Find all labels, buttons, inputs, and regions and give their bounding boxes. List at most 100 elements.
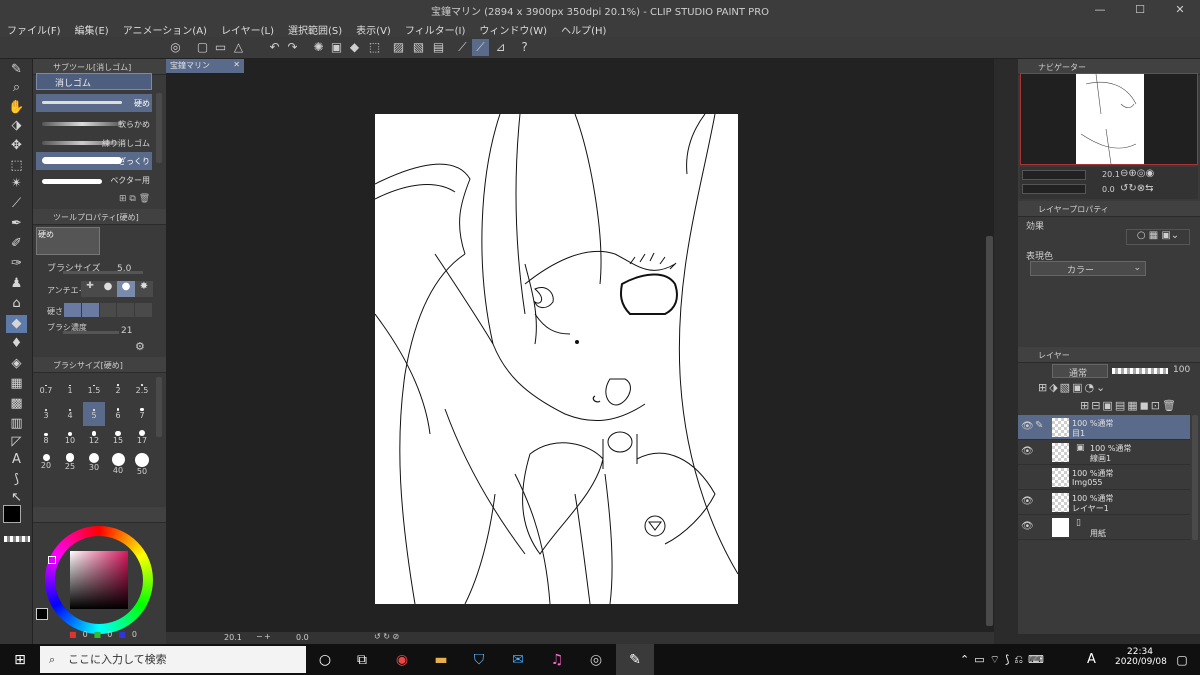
eye-icon[interactable]: 👁 xyxy=(1021,496,1034,507)
status-angle[interactable]: 0.0 xyxy=(296,633,309,642)
brush-size-slider[interactable] xyxy=(63,271,143,274)
subtool-actions-icon[interactable]: ⊞ ⧉ 🗑 xyxy=(119,194,150,204)
brush-size-option[interactable]: 2.5 xyxy=(131,377,153,401)
snap-icon[interactable]: ▧ xyxy=(410,39,427,56)
file-explorer-icon[interactable]: ▬ xyxy=(431,650,451,670)
snap-grid-icon[interactable]: ⊿ xyxy=(492,39,509,56)
brush-size-option[interactable]: 15 xyxy=(107,427,129,451)
layer-row[interactable]: 👁 100 %通常 レイヤー1 xyxy=(1018,490,1190,515)
color-square[interactable] xyxy=(70,551,128,609)
brush-size-option[interactable]: 40 xyxy=(107,452,129,476)
subtool-scrollbar[interactable] xyxy=(156,93,162,163)
subtool-item-hard[interactable]: 硬め xyxy=(36,94,152,112)
notification-icon[interactable]: ▢ xyxy=(1172,650,1192,670)
brush-size-option[interactable]: 17 xyxy=(131,427,153,451)
brush-icon[interactable]: ✑ xyxy=(6,255,27,273)
expression-color-select[interactable]: カラー ⌄ xyxy=(1030,261,1146,276)
density-slider[interactable] xyxy=(63,331,119,334)
system-tray-icons[interactable]: ⌃▭⌔⟆⎌⌨ xyxy=(960,653,1049,667)
brush-size-option[interactable]: 4 xyxy=(59,402,81,426)
color-main-swatch[interactable] xyxy=(36,608,48,620)
subtool-group-eraser[interactable]: 消しゴム xyxy=(36,73,152,90)
layer-row[interactable]: 👁 ▣ 100 %通常 線画1 xyxy=(1018,440,1190,465)
clock[interactable]: 22:34 2020/09/08 xyxy=(1115,647,1167,667)
text-tool-icon[interactable]: A xyxy=(6,451,27,469)
brush-size-option[interactable]: 50 xyxy=(131,452,153,476)
eyedropper-icon[interactable]: ⟋ xyxy=(6,195,27,213)
brush-size-option[interactable]: 30 xyxy=(83,452,105,476)
help-icon[interactable]: ? xyxy=(516,39,533,56)
magic-wand-icon[interactable]: ✴ xyxy=(6,175,27,193)
subtool-item-vector[interactable]: ベクター用 xyxy=(36,171,152,189)
task-view-icon[interactable]: ⧉ xyxy=(352,650,372,670)
zoom-buttons-icon[interactable]: ⊖⊕◎◉ xyxy=(1120,168,1154,179)
layer-toolbar-icons[interactable]: ⊞⬗▧▣◔⌄ xyxy=(1038,381,1107,394)
layer-row[interactable]: 👁 ✎ 100 %通常 目1 xyxy=(1018,415,1190,440)
rotation-buttons-icon[interactable]: ↺↻⊗⇆ xyxy=(1120,183,1154,194)
layer-row[interactable]: 100 %通常 Img055 xyxy=(1018,465,1190,490)
fill-tool-icon[interactable]: ◈ xyxy=(6,355,27,373)
rotate-icons[interactable]: ↺ ↻ ⊘ xyxy=(374,632,399,641)
menu-file[interactable]: ファイル(F) xyxy=(0,20,68,37)
windows-start-icon[interactable]: ⊞ xyxy=(10,650,30,670)
canvas-vertical-scrollbar[interactable] xyxy=(986,236,993,626)
clip-studio-icon[interactable]: ◎ xyxy=(167,39,184,56)
redo-icon[interactable]: ↷ xyxy=(284,39,301,56)
brush-size-option[interactable]: 5 xyxy=(83,402,105,426)
hand-tool-icon[interactable]: ✋ xyxy=(6,99,27,117)
pencil-icon[interactable]: ✐ xyxy=(6,235,27,253)
menu-window[interactable]: ウィンドウ(W) xyxy=(472,20,554,37)
blend-mode-select[interactable]: 通常 xyxy=(1052,364,1108,379)
balloon-tool-icon[interactable]: ⟆ xyxy=(6,471,27,489)
clear-icon[interactable]: ▣ xyxy=(328,39,345,56)
subtool-item-kneaded[interactable]: 練り消しゴム xyxy=(36,134,152,152)
hardness-selector[interactable] xyxy=(64,303,152,317)
menu-filter[interactable]: フィルター(I) xyxy=(398,20,473,37)
clip-studio-taskbar-icon[interactable]: ◎ xyxy=(586,650,606,670)
pen-icon[interactable]: ✒ xyxy=(6,215,27,233)
close-button[interactable]: ✕ xyxy=(1160,0,1200,20)
loading-icon[interactable]: ✺ xyxy=(310,39,327,56)
brush-size-option[interactable]: 1 xyxy=(59,377,81,401)
brushsize-scrollbar[interactable] xyxy=(156,377,162,437)
undo-icon[interactable]: ↶ xyxy=(266,39,283,56)
layer-scrollbar[interactable] xyxy=(1192,415,1198,540)
antialias-selector[interactable]: ✚ ● ● ✸ xyxy=(81,281,153,297)
brush-size-option[interactable]: 7 xyxy=(131,402,153,426)
menu-edit[interactable]: 編集(E) xyxy=(68,20,116,37)
ime-indicator[interactable]: A xyxy=(1087,652,1096,667)
opacity-value[interactable]: 100 xyxy=(1173,365,1190,375)
hue-marker[interactable] xyxy=(48,556,56,564)
canvas-tab[interactable]: 宝鐘マリン ✕ xyxy=(166,59,244,73)
subtool-item-rough[interactable]: ざっくり xyxy=(36,152,152,170)
menu-help[interactable]: ヘルプ(H) xyxy=(554,20,613,37)
new-file-icon[interactable]: ▢ xyxy=(194,39,211,56)
move-tool-icon[interactable]: ✥ xyxy=(6,137,27,155)
menu-view[interactable]: 表示(V) xyxy=(349,20,398,37)
density-value[interactable]: 21 xyxy=(121,326,132,336)
selection-tool-icon[interactable]: ⬚ xyxy=(6,157,27,175)
brush-size-option[interactable]: 2 xyxy=(107,377,129,401)
brush-size-option[interactable]: 0.7 xyxy=(35,377,57,401)
mail-icon[interactable]: ✉ xyxy=(508,650,528,670)
brush-size-option[interactable]: 10 xyxy=(59,427,81,451)
zoom-in-icon[interactable]: + xyxy=(264,632,271,641)
brush-size-option[interactable]: 12 xyxy=(83,427,105,451)
maximize-button[interactable]: ☐ xyxy=(1120,0,1160,20)
ruler-tool-icon[interactable]: ◸ xyxy=(6,433,27,451)
chrome-icon[interactable]: ◉ xyxy=(392,650,412,670)
toolprop-settings-icon[interactable]: ⚙ xyxy=(135,340,145,353)
blend-tool-icon[interactable]: ♦ xyxy=(6,335,27,353)
pen-tool-icon[interactable]: ✎ xyxy=(6,61,27,79)
airbrush-icon[interactable]: ♟ xyxy=(6,275,27,293)
object-tool-icon[interactable]: ⬗ xyxy=(6,117,27,135)
brush-size-option[interactable]: 25 xyxy=(59,452,81,476)
rotate-slider[interactable] xyxy=(1022,184,1086,194)
figure-tool-icon[interactable]: ▩ xyxy=(6,395,27,413)
layer-row[interactable]: 👁 ▯ 用紙 xyxy=(1018,515,1190,540)
status-zoom[interactable]: 20.1 xyxy=(224,633,242,642)
snap-special-ruler-icon[interactable]: ⟋ xyxy=(472,39,489,56)
close-tab-icon[interactable]: ✕ xyxy=(233,60,240,69)
zoom-slider[interactable] xyxy=(1022,170,1086,180)
fill-icon[interactable]: ◆ xyxy=(346,39,363,56)
